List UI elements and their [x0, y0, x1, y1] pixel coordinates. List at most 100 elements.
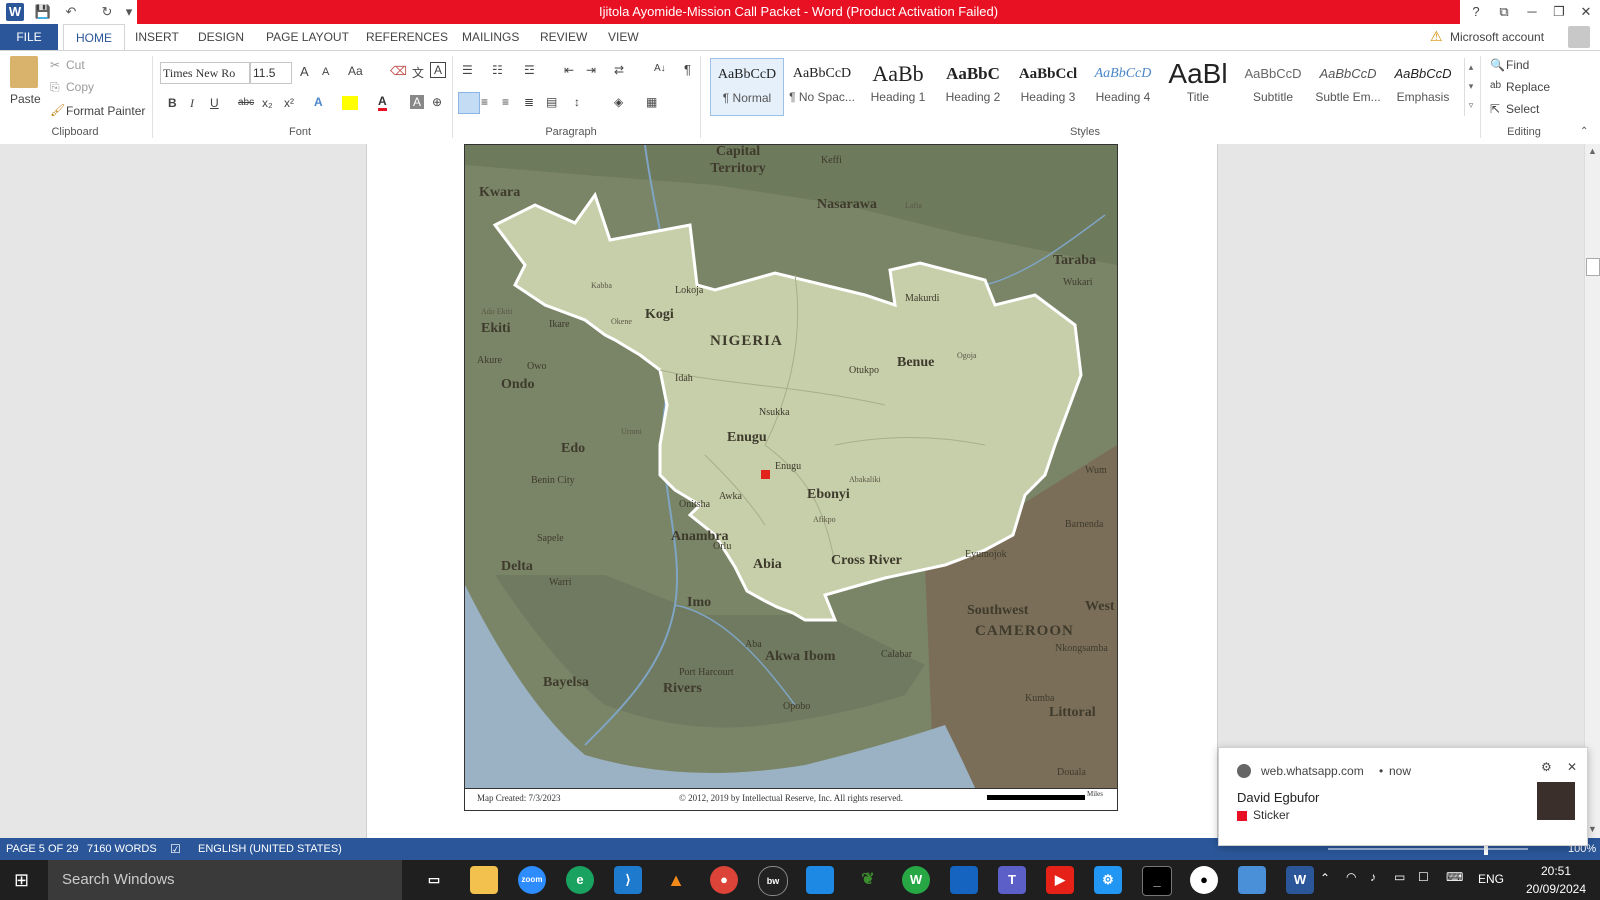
word-taskbar-icon[interactable]: W [1286, 866, 1314, 894]
leaf-app-icon[interactable]: ❦ [854, 866, 882, 894]
show-hidden-icons[interactable]: ⌃ [1320, 871, 1330, 885]
vscode-icon[interactable]: ⟩ [614, 866, 642, 894]
undo-icon[interactable]: ↶ [62, 3, 80, 21]
justify-icon[interactable]: ≣ [524, 95, 534, 109]
tab-review[interactable]: REVIEW [528, 24, 599, 50]
find-icon[interactable]: 🔍 [1490, 58, 1505, 72]
keyboard-icon[interactable]: ⌨ [1446, 870, 1463, 884]
line-spacing-icon[interactable]: ↕ [574, 95, 580, 109]
character-shading-icon[interactable]: A [410, 95, 424, 109]
teams-icon[interactable]: T [998, 866, 1026, 894]
collapse-ribbon-icon[interactable]: ⌃ [1580, 126, 1588, 137]
sort-button[interactable]: A↓ [654, 63, 666, 74]
decrease-indent-icon[interactable]: ⇤ [564, 63, 574, 77]
store-icon[interactable] [806, 866, 834, 894]
increase-indent-icon[interactable]: ⇥ [586, 63, 596, 77]
tab-insert[interactable]: INSERT [123, 24, 191, 50]
paste-button[interactable]: Paste [10, 92, 41, 106]
battery-icon[interactable]: ▭ [1394, 870, 1405, 884]
bullets-icon[interactable]: ☰ [462, 63, 473, 77]
close-icon[interactable]: ✕ [1567, 760, 1577, 774]
youtube-icon[interactable]: ▶ [1046, 866, 1074, 894]
close-button[interactable]: ✕ [1572, 0, 1600, 24]
replace-icon[interactable]: ab [1490, 80, 1501, 91]
multilevel-list-icon[interactable]: ☲ [524, 63, 535, 77]
style-normal[interactable]: AaBbCcD ¶ Normal [710, 58, 784, 116]
redo-icon[interactable]: ↻ [98, 3, 116, 21]
avatar[interactable] [1568, 26, 1590, 48]
highlight-color-icon[interactable] [342, 96, 358, 110]
help-button[interactable]: ? [1462, 0, 1490, 24]
tab-design[interactable]: DESIGN [186, 24, 256, 50]
zoom-app-icon[interactable]: zoom [518, 866, 546, 894]
scroll-down-icon[interactable]: ▼ [1588, 824, 1597, 834]
text-direction-icon[interactable]: ⇄ [614, 63, 624, 77]
shrink-font-button[interactable]: A [322, 66, 329, 78]
tab-mailings[interactable]: MAILINGS [450, 24, 531, 50]
style-emphasis[interactable]: AaBbCcD Emphasis [1387, 58, 1459, 114]
taskbar-search[interactable]: Search Windows [48, 860, 402, 900]
customize-quick-access-icon[interactable]: ▾ [120, 3, 138, 21]
settings-icon[interactable]: ⚙ [1541, 760, 1552, 774]
windows-start-icon[interactable]: ⊞ [14, 870, 29, 891]
strikethrough-button[interactable]: abc [238, 97, 254, 108]
change-case-button[interactable]: Aa [348, 64, 363, 78]
character-border-icon[interactable]: A [430, 62, 446, 78]
language-status[interactable]: ENGLISH (UNITED STATES) [198, 838, 342, 860]
enclose-characters-icon[interactable]: ⊕ [432, 95, 442, 109]
paste-icon[interactable] [10, 56, 38, 88]
style-subtle-emphasis[interactable]: AaBbCcD Subtle Em... [1312, 58, 1384, 114]
network-icon[interactable]: ◠ [1346, 870, 1356, 884]
tab-home[interactable]: HOME [63, 24, 125, 51]
shading-icon[interactable]: ◈ [614, 95, 623, 109]
font-size-select[interactable]: 11.5 [250, 62, 292, 84]
save-icon[interactable]: 💾 [34, 3, 52, 21]
input-language[interactable]: ENG [1478, 872, 1504, 886]
edge-icon[interactable]: e [566, 866, 594, 894]
select-icon[interactable]: ⇱ [1490, 102, 1500, 116]
ribbon-display-options-button[interactable]: ⧉ [1490, 0, 1518, 24]
style-heading-4[interactable]: AaBbCcD Heading 4 [1087, 58, 1159, 114]
show-hide-marks-button[interactable]: ¶ [684, 62, 691, 77]
numbering-icon[interactable]: ☷ [492, 63, 503, 77]
word-app-icon[interactable]: W [6, 3, 24, 21]
copy-icon[interactable]: ⎘ [50, 80, 60, 95]
grow-font-button[interactable]: A [300, 64, 309, 79]
bold-button[interactable]: B [168, 96, 177, 110]
superscript-button[interactable]: x² [284, 96, 294, 110]
align-right-icon[interactable]: ≡ [502, 95, 509, 109]
style-heading-2[interactable]: AaBbC Heading 2 [937, 58, 1009, 114]
page-count[interactable]: PAGE 5 OF 29 [6, 838, 79, 860]
settings-app-icon[interactable]: ⚙ [1094, 866, 1122, 894]
select-button[interactable]: Select [1506, 102, 1539, 116]
zoom-slider[interactable] [1328, 848, 1528, 850]
whatsapp-icon[interactable]: W [902, 866, 930, 894]
cut-button[interactable]: Cut [66, 58, 85, 72]
format-painter-icon[interactable]: 🖌 [50, 103, 65, 117]
underline-button[interactable]: U [210, 96, 219, 110]
align-center-icon[interactable]: ≡ [481, 95, 488, 109]
replace-button[interactable]: Replace [1506, 80, 1550, 94]
phonetic-guide-icon[interactable]: 文 [412, 64, 424, 81]
photos-icon[interactable] [1238, 866, 1266, 894]
clear-formatting-icon[interactable]: ⌫ [390, 64, 407, 78]
align-left-button[interactable] [458, 92, 480, 114]
file-explorer-icon[interactable] [470, 866, 498, 894]
tab-page-layout[interactable]: PAGE LAYOUT [254, 24, 361, 50]
chrome-taskbar-icon[interactable]: ● [710, 866, 738, 894]
vlc-icon[interactable]: ▲ [662, 866, 690, 894]
minimize-button[interactable]: ─ [1518, 0, 1546, 24]
style-subtitle[interactable]: AaBbCcD Subtitle [1237, 58, 1309, 114]
task-view-icon[interactable]: ▭ [420, 866, 448, 894]
style-heading-1[interactable]: AaBb Heading 1 [862, 58, 934, 114]
github-icon[interactable]: ● [1190, 866, 1218, 894]
copy-button[interactable]: Copy [66, 80, 94, 94]
news-app-icon[interactable] [950, 866, 978, 894]
font-name-select[interactable]: Times New Ro [160, 62, 250, 84]
find-button[interactable]: Find [1506, 58, 1529, 72]
distributed-icon[interactable]: ▤ [546, 95, 557, 109]
vertical-scrollbar[interactable] [1584, 144, 1600, 838]
style-no-spacing[interactable]: AaBbCcD ¶ No Spac... [786, 58, 858, 114]
style-heading-3[interactable]: AaBbCcl Heading 3 [1012, 58, 1084, 114]
bw-app-icon[interactable]: bw [758, 866, 788, 896]
